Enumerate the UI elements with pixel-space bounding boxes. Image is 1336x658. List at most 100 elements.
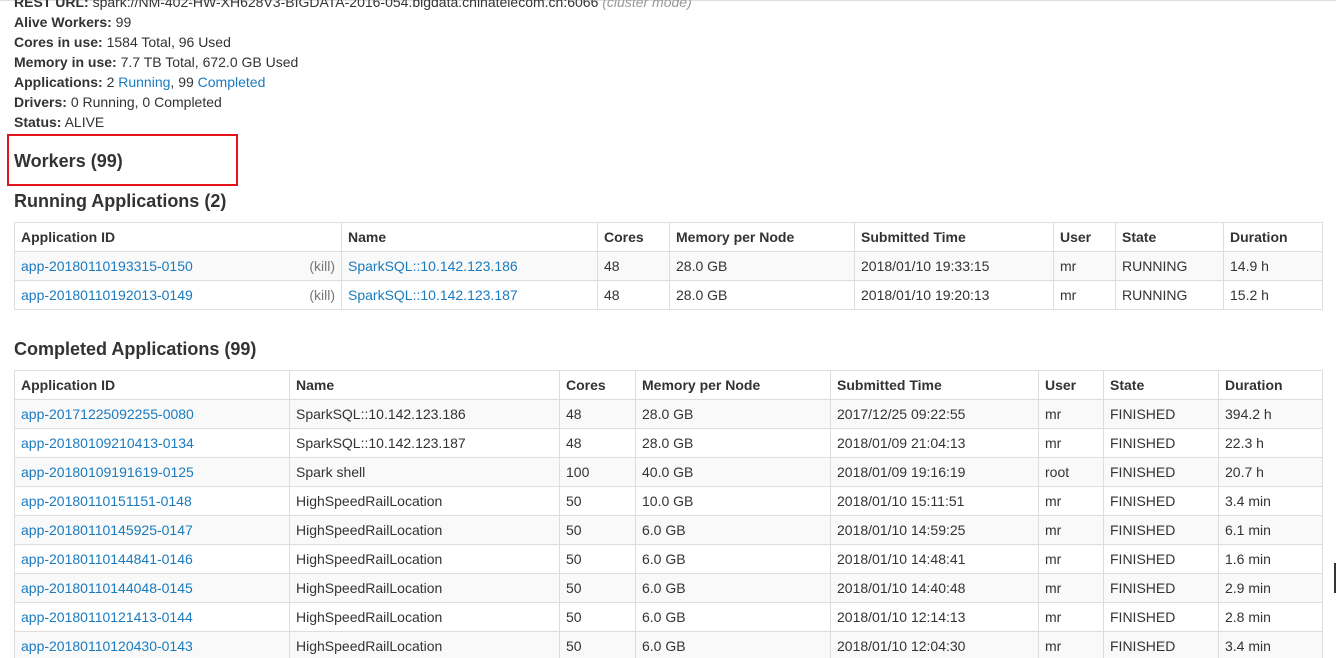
cores-cell: 50 (559, 486, 636, 516)
app-id-link[interactable]: app-20171225092255-0080 (21, 406, 194, 422)
cores-value: 1584 Total, 96 Used (106, 34, 231, 50)
app-name-cell: HighSpeedRailLocation (289, 486, 560, 516)
user-cell: root (1038, 457, 1104, 487)
app-name-cell: HighSpeedRailLocation (289, 544, 560, 574)
submitted-cell: 2018/01/10 15:11:51 (830, 486, 1039, 516)
cores-cell: 48 (597, 251, 670, 281)
user-cell: mr (1053, 280, 1116, 310)
col-header-name[interactable]: Name (289, 370, 560, 400)
app-name-cell: Spark shell (289, 457, 560, 487)
duration-cell: 6.1 min (1218, 515, 1323, 545)
app-id-cell: app-20180110120430-0143 (14, 631, 290, 658)
status-label: Status: (14, 114, 62, 130)
app-id-cell: app-20180110192013-0149 (kill) (14, 280, 342, 310)
app-id-link[interactable]: app-20180109191619-0125 (21, 464, 194, 480)
memory-line: Memory in use: 7.7 TB Total, 672.0 GB Us… (14, 52, 692, 72)
state-cell: FINISHED (1103, 399, 1219, 429)
state-cell: RUNNING (1115, 280, 1224, 310)
completed-apps-body: app-20171225092255-0080 SparkSQL::10.142.… (14, 399, 1323, 658)
app-id-link[interactable]: app-20180110144841-0146 (21, 551, 193, 567)
app-id-link[interactable]: app-20180109210413-0134 (21, 435, 194, 451)
state-cell: FINISHED (1103, 486, 1219, 516)
col-header-state[interactable]: State (1103, 370, 1219, 400)
memory-cell: 6.0 GB (635, 631, 831, 658)
completed-apps-section-title[interactable]: Completed Applications (99) (14, 338, 256, 360)
submitted-cell: 2018/01/10 14:59:25 (830, 515, 1039, 545)
duration-cell: 20.7 h (1218, 457, 1323, 487)
memory-cell: 10.0 GB (635, 486, 831, 516)
app-id-link[interactable]: app-20180110121413-0144 (21, 609, 193, 625)
col-header-user[interactable]: User (1038, 370, 1104, 400)
duration-cell: 3.4 min (1218, 631, 1323, 658)
app-id-link[interactable]: app-20180110151151-0148 (21, 493, 192, 509)
app-id-link[interactable]: app-20180110193315-0150 (21, 258, 193, 274)
duration-cell: 394.2 h (1218, 399, 1323, 429)
col-header-memory[interactable]: Memory per Node (669, 222, 855, 252)
table-row: app-20180109210413-0134 SparkSQL::10.142.… (14, 428, 1323, 458)
duration-cell: 2.8 min (1218, 602, 1323, 632)
col-header-memory[interactable]: Memory per Node (635, 370, 831, 400)
memory-cell: 28.0 GB (669, 280, 855, 310)
col-header-cores[interactable]: Cores (559, 370, 636, 400)
app-name-link[interactable]: SparkSQL::10.142.123.186 (348, 258, 518, 274)
state-cell: FINISHED (1103, 602, 1219, 632)
duration-cell: 14.9 h (1223, 251, 1323, 281)
col-header-duration[interactable]: Duration (1218, 370, 1323, 400)
cores-cell: 48 (559, 399, 636, 429)
app-id-link[interactable]: app-20180110120430-0143 (21, 638, 193, 654)
submitted-cell: 2018/01/10 19:33:15 (854, 251, 1054, 281)
col-header-submitted[interactable]: Submitted Time (854, 222, 1054, 252)
drivers-line: Drivers: 0 Running, 0 Completed (14, 92, 692, 112)
spark-master-page: REST URL: spark://NM-402-HW-XH628V3-BIGD… (0, 0, 1336, 658)
col-header-state[interactable]: State (1115, 222, 1224, 252)
workers-section-title[interactable]: Workers (99) (14, 150, 123, 172)
state-cell: FINISHED (1103, 515, 1219, 545)
submitted-cell: 2018/01/09 21:04:13 (830, 428, 1039, 458)
col-header-cores[interactable]: Cores (597, 222, 670, 252)
cores-cell: 50 (559, 573, 636, 603)
memory-cell: 6.0 GB (635, 544, 831, 574)
col-header-submitted[interactable]: Submitted Time (830, 370, 1039, 400)
state-cell: FINISHED (1103, 573, 1219, 603)
app-name-cell: HighSpeedRailLocation (289, 602, 560, 632)
submitted-cell: 2018/01/10 14:48:41 (830, 544, 1039, 574)
app-id-cell: app-20180110144048-0145 (14, 573, 290, 603)
col-header-name[interactable]: Name (341, 222, 598, 252)
app-id-link[interactable]: app-20180110145925-0147 (21, 522, 193, 538)
app-id-cell: app-20180110151151-0148 (14, 486, 290, 516)
table-row: app-20180110193315-0150 (kill) SparkSQL:… (14, 251, 1323, 281)
submitted-cell: 2018/01/10 12:04:30 (830, 631, 1039, 658)
table-row: app-20180110145925-0147 HighSpeedRailLoca… (14, 515, 1323, 545)
col-header-duration[interactable]: Duration (1223, 222, 1323, 252)
alive-workers-label: Alive Workers: (14, 14, 112, 30)
applications-completed-link[interactable]: Completed (198, 74, 266, 90)
app-id-cell: app-20180110145925-0147 (14, 515, 290, 545)
app-name-link[interactable]: SparkSQL::10.142.123.187 (348, 287, 518, 303)
cores-line: Cores in use: 1584 Total, 96 Used (14, 32, 692, 52)
kill-link[interactable]: (kill) (309, 287, 335, 303)
user-cell: mr (1038, 602, 1104, 632)
col-header-user[interactable]: User (1053, 222, 1116, 252)
state-cell: FINISHED (1103, 457, 1219, 487)
applications-running-link[interactable]: Running (118, 74, 170, 90)
user-cell: mr (1053, 251, 1116, 281)
duration-cell: 22.3 h (1218, 428, 1323, 458)
user-cell: mr (1038, 486, 1104, 516)
table-row: app-20180110144048-0145 HighSpeedRailLoca… (14, 573, 1323, 603)
col-header-app-id[interactable]: Application ID (14, 222, 342, 252)
memory-label: Memory in use: (14, 54, 117, 70)
app-id-link[interactable]: app-20180110192013-0149 (21, 287, 193, 303)
running-apps-section-title[interactable]: Running Applications (2) (14, 190, 226, 212)
submitted-cell: 2018/01/10 14:40:48 (830, 573, 1039, 603)
memory-cell: 6.0 GB (635, 602, 831, 632)
kill-link[interactable]: (kill) (309, 258, 335, 274)
cores-cell: 48 (597, 280, 670, 310)
completed-apps-table: Application ID Name Cores Memory per Nod… (14, 370, 1323, 658)
submitted-cell: 2018/01/10 12:14:13 (830, 602, 1039, 632)
drivers-value: 0 Running, 0 Completed (70, 94, 222, 110)
app-id-link[interactable]: app-20180110144048-0145 (21, 580, 193, 596)
drivers-label: Drivers: (14, 94, 67, 110)
col-header-app-id[interactable]: Application ID (14, 370, 290, 400)
table-row: app-20180110144841-0146 HighSpeedRailLoca… (14, 544, 1323, 574)
applications-separator: , (170, 74, 175, 90)
